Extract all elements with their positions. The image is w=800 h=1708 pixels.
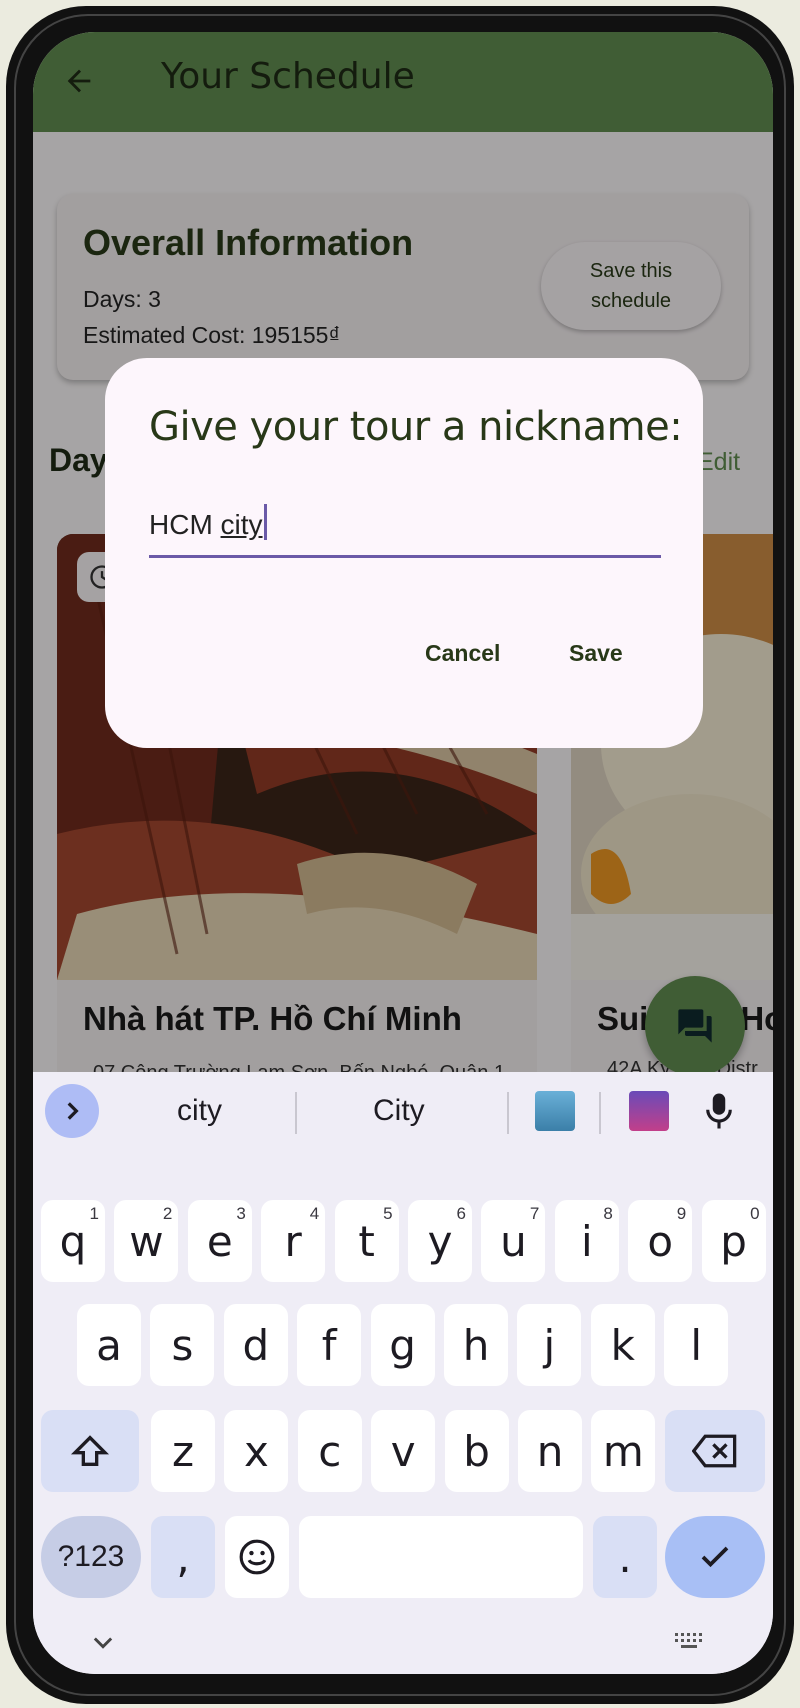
screen: Your Schedule Overall Information Days: …	[33, 32, 773, 1674]
key-label: q	[59, 1216, 87, 1266]
key-label: c	[318, 1426, 342, 1476]
enter-key[interactable]	[665, 1516, 765, 1598]
smiley-icon	[239, 1539, 275, 1575]
key-z[interactable]: z	[151, 1410, 215, 1492]
key-c[interactable]: c	[297, 1410, 362, 1492]
soft-keyboard: city City q1w2e3r4t5y6u7i8o9p0 asdfghjkl…	[33, 1072, 773, 1674]
key-hint: 0	[750, 1204, 760, 1223]
key-label: z	[171, 1426, 195, 1476]
key-x[interactable]: x	[224, 1410, 289, 1492]
key-h[interactable]: h	[444, 1304, 508, 1386]
suggestion-bar: city City	[33, 1072, 773, 1150]
key-label: b	[463, 1426, 490, 1476]
key-o[interactable]: o9	[628, 1200, 693, 1282]
key-s[interactable]: s	[150, 1304, 215, 1386]
backspace-icon	[692, 1434, 737, 1468]
key-hint: 2	[162, 1204, 173, 1223]
key-e[interactable]: e3	[187, 1200, 252, 1282]
divider	[507, 1092, 509, 1134]
key-label: v	[390, 1426, 416, 1476]
key-label: j	[543, 1320, 556, 1370]
emoji-key[interactable]	[225, 1516, 289, 1598]
cancel-button[interactable]: Cancel	[425, 640, 500, 667]
key-label: d	[242, 1320, 270, 1370]
key-hint: 9	[676, 1204, 687, 1223]
key-p[interactable]: p0	[701, 1200, 766, 1282]
chevron-right-icon	[67, 1102, 79, 1120]
key-hint: 8	[603, 1204, 613, 1223]
key-q[interactable]: q1	[41, 1200, 105, 1282]
key-hint: 5	[383, 1204, 393, 1223]
dialog-title: Give your tour a nickname:	[149, 404, 683, 450]
key-a[interactable]: a	[77, 1304, 141, 1386]
suggestion[interactable]: city	[177, 1094, 222, 1128]
key-v[interactable]: v	[371, 1410, 436, 1492]
save-button[interactable]: Save	[569, 640, 623, 667]
key-hint: 1	[89, 1204, 99, 1223]
divider	[599, 1092, 601, 1134]
shift-icon	[70, 1435, 110, 1466]
symbols-key[interactable]: ?123	[41, 1516, 141, 1598]
key-t[interactable]: t5	[334, 1200, 399, 1282]
key-label: p	[720, 1216, 747, 1266]
chevron-down-icon	[93, 1637, 113, 1649]
city-emoji-sticker[interactable]	[535, 1091, 575, 1131]
key-label: s	[171, 1320, 194, 1370]
key-m[interactable]: m	[591, 1410, 656, 1492]
key-label: r	[284, 1216, 302, 1266]
key-label: t	[358, 1216, 375, 1266]
nickname-input[interactable]: HCM city	[149, 494, 661, 558]
period-key[interactable]: .	[593, 1516, 657, 1598]
key-g[interactable]: g	[370, 1304, 435, 1386]
key-label: o	[647, 1216, 674, 1266]
key-b[interactable]: b	[444, 1410, 509, 1492]
key-label: i	[580, 1216, 593, 1266]
divider	[295, 1092, 297, 1134]
space-key[interactable]	[299, 1516, 583, 1598]
key-hint: 6	[456, 1204, 466, 1223]
suggestion[interactable]: City	[373, 1094, 425, 1128]
key-label: n	[536, 1426, 564, 1476]
key-label: k	[610, 1320, 635, 1370]
key-hint: 4	[309, 1204, 320, 1223]
backspace-key[interactable]	[665, 1410, 765, 1492]
key-label: w	[129, 1216, 164, 1266]
switch-keyboard-button[interactable]	[673, 1630, 705, 1657]
key-label: u	[500, 1216, 527, 1266]
microphone-icon	[706, 1093, 732, 1129]
key-label: m	[602, 1426, 644, 1476]
key-d[interactable]: d	[223, 1304, 288, 1386]
text-caret	[263, 504, 267, 540]
check-icon	[701, 1546, 729, 1568]
key-j[interactable]: j	[517, 1304, 582, 1386]
expand-toolbar-button[interactable]	[45, 1084, 99, 1138]
key-f[interactable]: f	[297, 1304, 362, 1386]
key-label: x	[243, 1426, 269, 1476]
microphone-button[interactable]	[699, 1090, 739, 1132]
key-hint: 3	[236, 1204, 246, 1223]
key-k[interactable]: k	[590, 1304, 655, 1386]
key-label: g	[389, 1320, 416, 1370]
nickname-input-value: HCM city	[149, 504, 267, 541]
key-label: e	[206, 1216, 233, 1266]
keyboard-icon	[675, 1633, 702, 1648]
key-label: h	[462, 1320, 490, 1370]
key-label: a	[96, 1320, 122, 1370]
hide-keyboard-button[interactable]	[89, 1628, 117, 1661]
key-label: f	[321, 1320, 337, 1370]
comma-key[interactable]: ,	[151, 1516, 215, 1598]
key-hint: 7	[529, 1204, 540, 1223]
shift-key[interactable]	[41, 1410, 139, 1492]
key-l[interactable]: l	[664, 1304, 729, 1386]
key-label: y	[427, 1216, 453, 1266]
night-city-emoji-sticker[interactable]	[629, 1091, 669, 1131]
nickname-dialog: Give your tour a nickname: HCM city Canc…	[105, 358, 703, 748]
key-label: l	[690, 1320, 703, 1370]
key-y[interactable]: y6	[408, 1200, 472, 1282]
key-i[interactable]: i8	[554, 1200, 619, 1282]
key-n[interactable]: n	[518, 1410, 582, 1492]
key-u[interactable]: u7	[481, 1200, 546, 1282]
key-r[interactable]: r4	[261, 1200, 326, 1282]
key-w[interactable]: w2	[114, 1200, 179, 1282]
